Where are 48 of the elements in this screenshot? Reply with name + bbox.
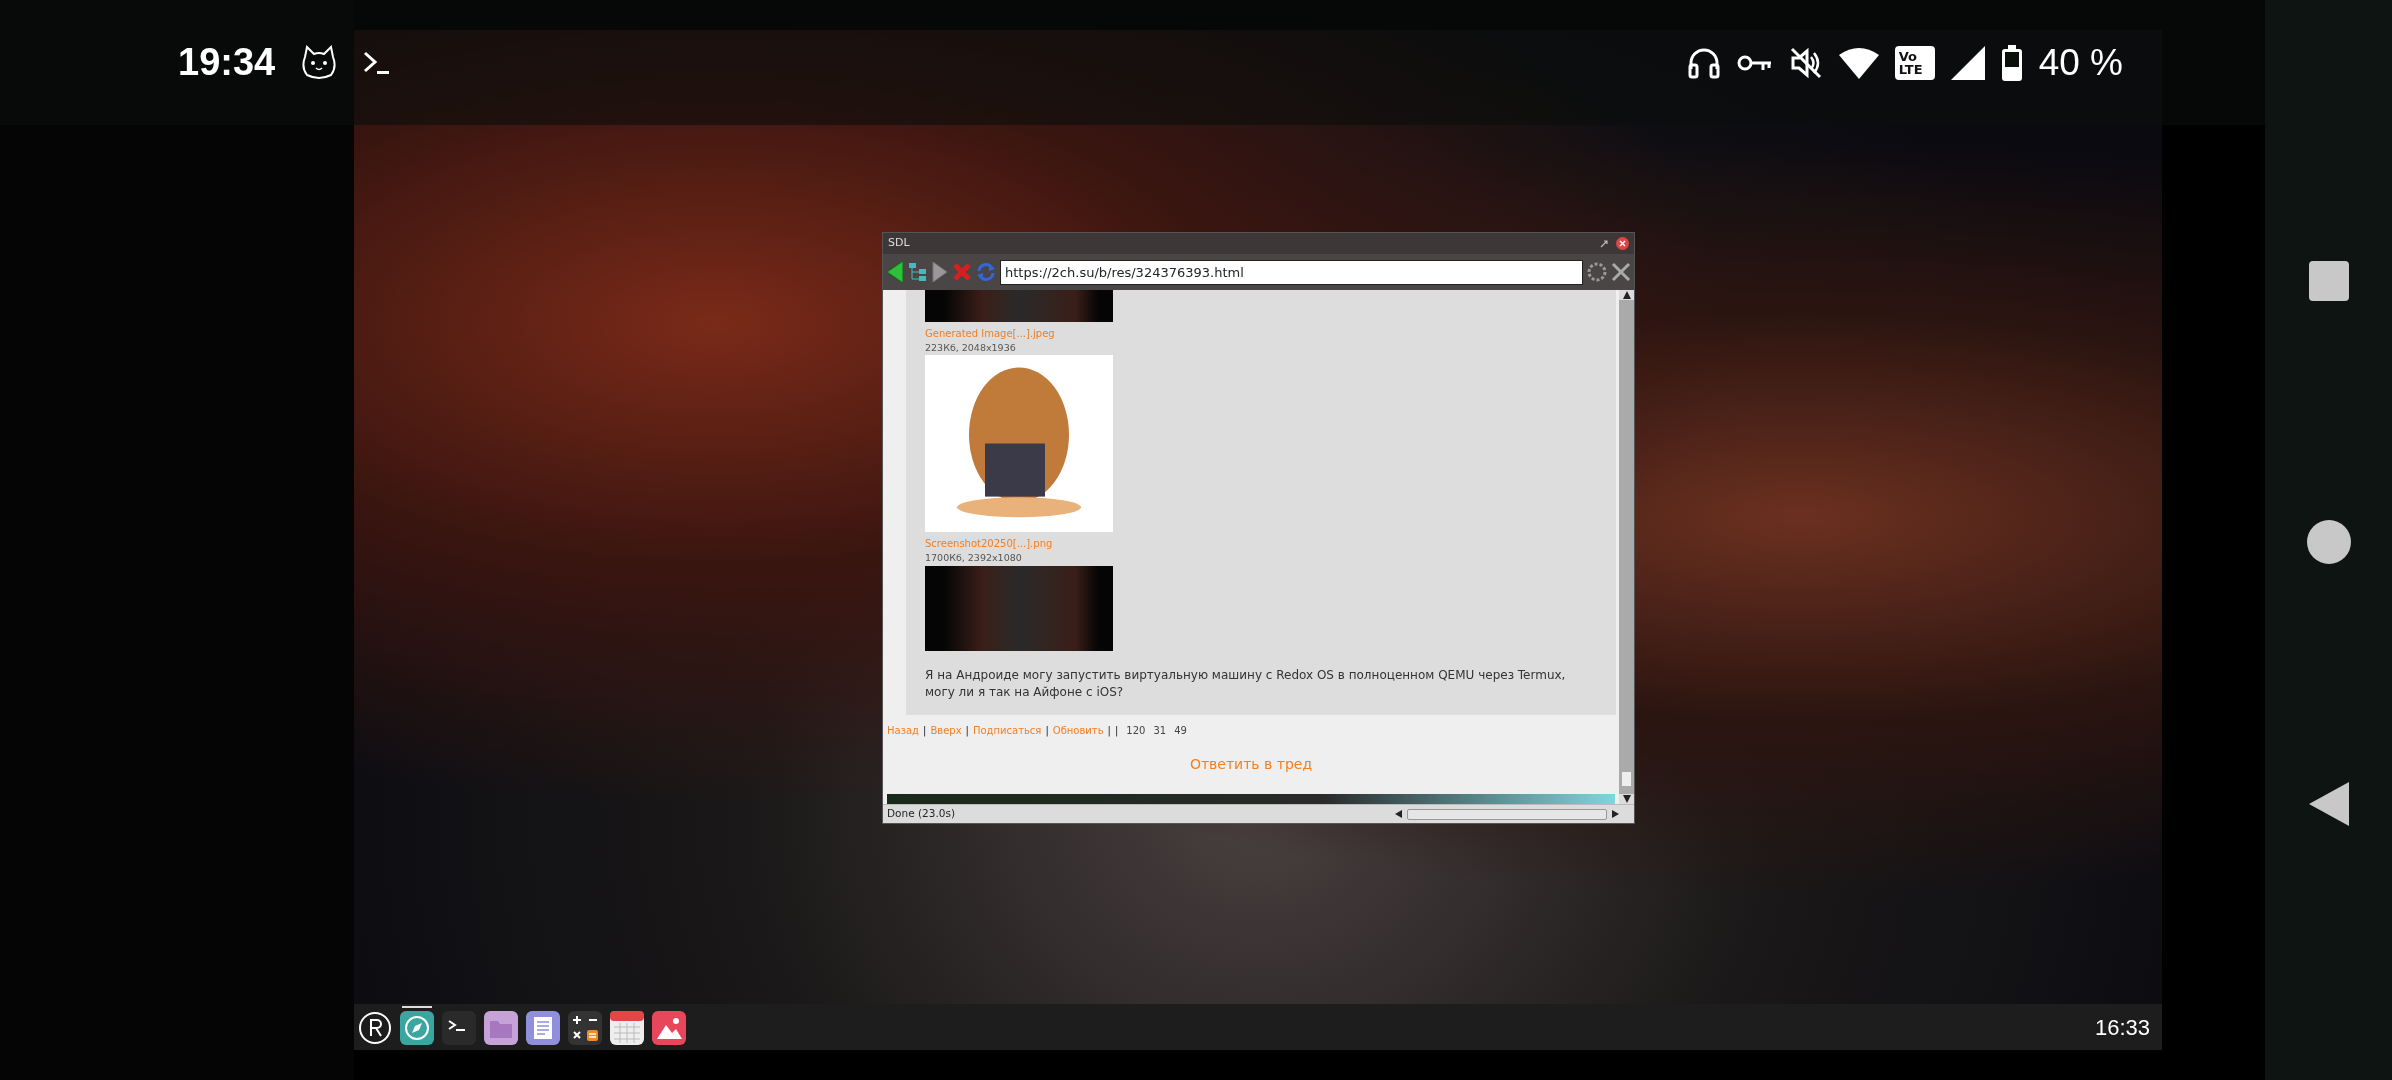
- close-icon[interactable]: [1616, 237, 1629, 250]
- compass-icon[interactable]: [400, 1005, 434, 1045]
- nav-link[interactable]: Назад: [887, 722, 919, 738]
- wifi-icon: [1838, 46, 1879, 79]
- file-info: 223Кб, 2048x1936: [925, 341, 1017, 355]
- post-count: 49: [1174, 723, 1187, 738]
- nav-link[interactable]: Подписаться: [972, 722, 1042, 738]
- volte-label: Vo: [1898, 49, 1918, 63]
- reply-link[interactable]: Ответить в тред: [1189, 753, 1313, 775]
- battery-percent: 40 %: [2038, 40, 2123, 85]
- taskbar-clock: 16:33: [2094, 1013, 2150, 1042]
- scroll-left-icon[interactable]: [1394, 809, 1403, 819]
- close-tab-icon[interactable]: [1611, 262, 1631, 282]
- scrollbar-thumb[interactable]: [1622, 772, 1631, 786]
- image-thumbnail[interactable]: [925, 290, 1113, 322]
- post-text: Я на Андроиде могу запустить виртуальную машину с Redox OS в полноценном QEMU через Termux, могу ли я так на Айфоне с iOS?: [925, 666, 1567, 701]
- status-text: Done (23.0s): [887, 806, 955, 822]
- status-time: 19:34: [178, 40, 276, 85]
- recents-button[interactable]: [2308, 261, 2349, 301]
- separator: |: [923, 723, 927, 738]
- file-info: 1700Кб, 2392x1080: [925, 551, 1023, 566]
- nav-link[interactable]: Вверх: [930, 722, 962, 738]
- tree-icon[interactable]: [908, 262, 928, 282]
- separator: |: [1114, 723, 1119, 738]
- post-count: 31: [1153, 723, 1167, 738]
- terminal-icon: [363, 49, 392, 76]
- window-title: SDL: [888, 235, 910, 252]
- maximize-icon[interactable]: [1600, 239, 1608, 248]
- illustration-placeholder[interactable]: [925, 355, 1113, 533]
- forward-icon[interactable]: [932, 261, 948, 283]
- separator: |: [1107, 723, 1111, 738]
- image-thumbnail[interactable]: [925, 565, 1113, 651]
- back-icon[interactable]: [886, 260, 904, 284]
- post-count: 120: [1126, 723, 1146, 738]
- horizontal-scrollbar[interactable]: [1407, 808, 1607, 820]
- signal-icon: [1950, 45, 1985, 80]
- nav-link[interactable]: Обновить: [1052, 722, 1104, 738]
- home-button[interactable]: [2306, 520, 2351, 564]
- separator: |: [1045, 723, 1049, 738]
- loading-icon: [1587, 262, 1607, 282]
- scroll-right-icon[interactable]: [1611, 809, 1620, 819]
- back-button[interactable]: [2308, 782, 2349, 826]
- mute-icon: [1788, 45, 1823, 80]
- url-field[interactable]: https://2ch.su/b/res/324376393.html: [1000, 259, 1583, 285]
- file-link[interactable]: Generated Image[...].jpeg: [925, 326, 1597, 341]
- separator: |: [965, 723, 969, 738]
- volte-label: LTE: [1898, 62, 1924, 76]
- file-link[interactable]: Screenshot20250[...].png: [925, 536, 1597, 552]
